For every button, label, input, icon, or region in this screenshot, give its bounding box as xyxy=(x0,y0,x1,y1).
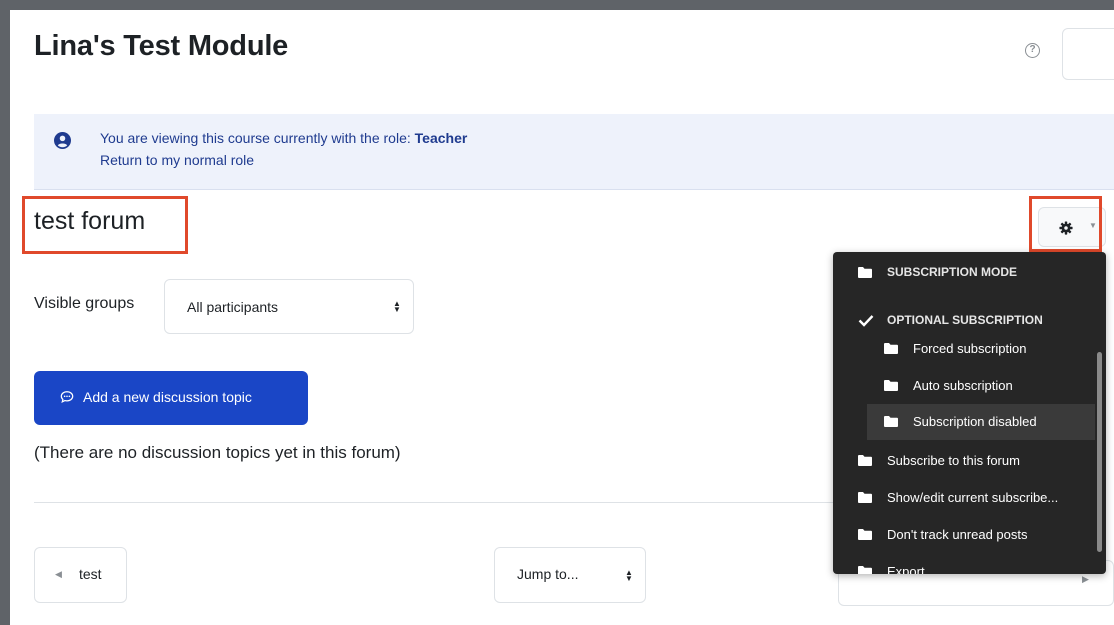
visible-groups-label: Visible groups xyxy=(34,295,135,312)
add-discussion-label: Add a new discussion topic xyxy=(83,389,252,405)
menu-item-subscription-disabled[interactable]: Subscription disabled xyxy=(867,404,1095,440)
menu-item-label: Export xyxy=(887,564,925,574)
select-arrows-icon: ▲ ▼ xyxy=(625,568,633,583)
divider xyxy=(34,502,834,503)
menu-item-label: OPTIONAL SUBSCRIPTION xyxy=(887,313,1043,327)
menu-item-label: Forced subscription xyxy=(913,341,1027,356)
menu-item-dont-track-unread[interactable]: Don't track unread posts xyxy=(833,518,1095,552)
jump-to-value: Jump to... xyxy=(517,566,579,582)
forum-settings-button[interactable]: ▼ xyxy=(1038,207,1106,247)
menu-item-label: Don't track unread posts xyxy=(887,527,1028,542)
folder-icon xyxy=(884,380,898,391)
folder-icon xyxy=(858,267,872,278)
menu-item-subscribe-forum[interactable]: Subscribe to this forum xyxy=(833,444,1095,478)
role-message: You are viewing this course currently wi… xyxy=(100,130,467,146)
help-icon[interactable]: ? xyxy=(1025,43,1040,58)
visible-groups-select[interactable]: All participants ▲ ▼ xyxy=(164,279,414,334)
menu-item-export[interactable]: Export xyxy=(833,555,1095,574)
menu-scrollbar[interactable] xyxy=(1097,352,1102,552)
role-alert: You are viewing this course currently wi… xyxy=(34,114,1114,190)
folder-icon xyxy=(884,416,898,427)
menu-item-forced-subscription[interactable]: Forced subscription xyxy=(833,332,1095,366)
chevron-down-icon: ▼ xyxy=(1089,221,1097,230)
folder-icon xyxy=(858,492,872,503)
forum-settings-menu: SUBSCRIPTION MODE OPTIONAL SUBSCRIPTION … xyxy=(833,252,1106,574)
role-message-text: You are viewing this course currently wi… xyxy=(100,130,415,146)
menu-item-show-edit-subscribers[interactable]: Show/edit current subscribe... xyxy=(833,481,1095,515)
folder-icon xyxy=(858,529,872,540)
gear-icon xyxy=(1059,221,1073,235)
checkmark-icon xyxy=(858,315,874,327)
chat-bubble-icon xyxy=(60,391,74,404)
visible-groups-value: All participants xyxy=(187,299,279,315)
select-arrows-icon: ▲ ▼ xyxy=(393,299,401,314)
previous-activity-label: test xyxy=(79,566,102,582)
previous-activity-button[interactable]: ◀ test xyxy=(34,547,127,603)
window-frame-left xyxy=(0,0,10,625)
page-title: Lina's Test Module xyxy=(34,30,289,62)
menu-item-label: SUBSCRIPTION MODE xyxy=(887,265,1018,279)
menu-item-label: Auto subscription xyxy=(913,378,1013,393)
menu-item-label: Subscription disabled xyxy=(913,414,1037,429)
chevron-left-icon: ◀ xyxy=(55,569,62,579)
return-normal-role-link[interactable]: Return to my normal role xyxy=(100,152,254,168)
jump-to-select[interactable]: Jump to... ▲ ▼ xyxy=(494,547,646,603)
role-name: Teacher xyxy=(414,130,468,146)
forum-title: test forum xyxy=(34,207,146,235)
add-discussion-button[interactable]: Add a new discussion topic xyxy=(34,371,308,425)
folder-icon xyxy=(858,455,872,466)
menu-item-auto-subscription[interactable]: Auto subscription xyxy=(833,369,1095,403)
window-frame-top xyxy=(0,0,1114,10)
menu-item-label: Subscribe to this forum xyxy=(887,453,1020,468)
menu-item-label: Show/edit current subscribe... xyxy=(887,490,1059,505)
empty-forum-message: (There are no discussion topics yet in t… xyxy=(34,443,401,462)
header-action-button[interactable] xyxy=(1062,28,1114,80)
folder-icon xyxy=(884,343,898,354)
menu-item-subscription-mode: SUBSCRIPTION MODE xyxy=(833,256,1095,290)
chevron-right-icon: ▶ xyxy=(1082,574,1089,584)
folder-icon xyxy=(858,566,872,574)
user-circle-icon xyxy=(54,132,71,149)
